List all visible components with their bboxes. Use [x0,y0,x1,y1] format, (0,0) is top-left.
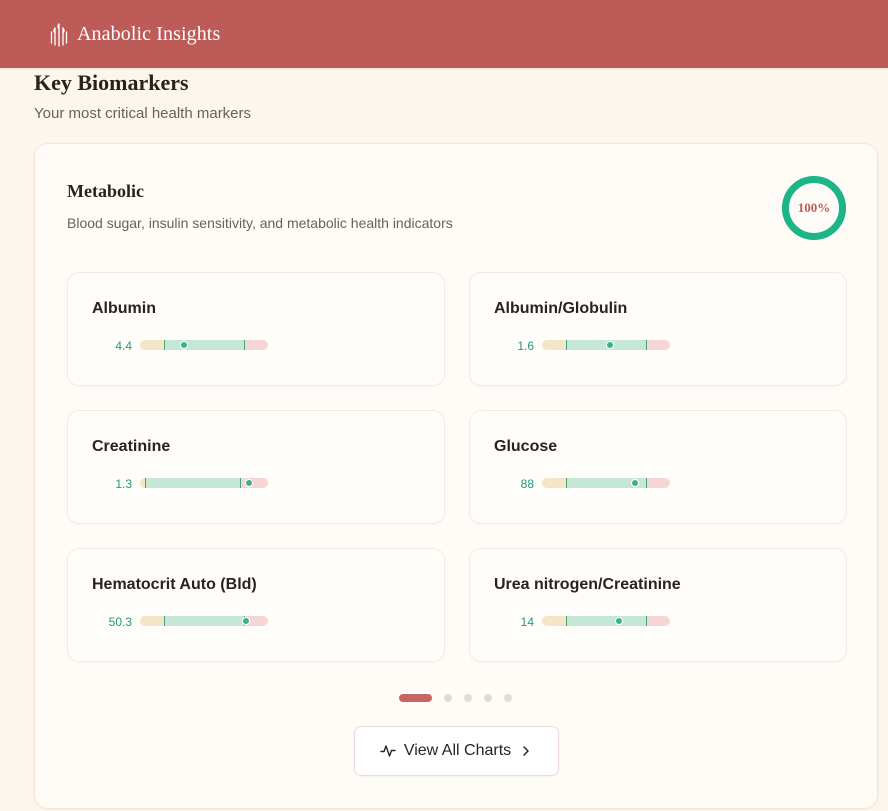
biomarker-category-card: Metabolic Blood sugar, insulin sensitivi… [34,143,878,809]
marker-value: 50.3 [108,615,132,629]
value-marker-dot [244,479,253,487]
marker-value: 1.6 [517,339,534,353]
range-optimal-segment [566,616,647,626]
range-low-segment [542,340,567,350]
marker-value: 14 [520,615,534,629]
category-description: Blood sugar, insulin sensitivity, and me… [67,215,453,231]
marker-card-glucose[interactable]: Glucose 88 [469,410,847,524]
view-all-charts-label: View All Charts [403,742,512,759]
range-low-segment [140,616,165,626]
value-marker-dot [605,341,614,349]
activity-icon [380,745,396,757]
page-dot-2[interactable] [444,694,452,702]
range-low-segment [542,616,567,626]
marker-name: Hematocrit Auto (Bld) [92,576,257,593]
wheat-logo-icon [50,23,68,47]
range-bar [542,616,670,626]
range-optimal-segment [145,478,242,488]
range-bar [140,340,268,350]
range-optimal-segment [164,616,245,626]
marker-name: Urea nitrogen/Creatinine [494,576,681,593]
score-label: 100% [797,200,831,215]
carousel-pagination [399,693,512,703]
marker-name: Glucose [494,438,558,455]
section-subtitle: Your most critical health markers [34,105,252,122]
marker-card-albumin[interactable]: Albumin 4.4 [67,272,445,386]
marker-value: 4.4 [115,339,132,353]
marker-card-albumin-globulin[interactable]: Albumin/Globulin 1.6 [469,272,847,386]
range-high-segment [646,478,670,488]
value-marker-dot [614,617,623,625]
category-title: Metabolic [67,181,144,201]
marker-value: 88 [520,477,534,491]
value-marker-dot [179,341,188,349]
range-low-segment [140,340,165,350]
range-high-segment [244,340,268,350]
top-header: Anabolic Insights [0,0,888,68]
marker-card-hematocrit[interactable]: Hematocrit Auto (Bld) 50.3 [67,548,445,662]
marker-name: Albumin [92,300,156,317]
marker-value: 1.3 [115,477,132,491]
marker-card-creatinine[interactable]: Creatinine 1.3 [67,410,445,524]
marker-name: Albumin/Globulin [494,300,628,317]
range-low-segment [542,478,567,488]
chevron-right-icon [523,746,529,756]
page-dot-3[interactable] [464,694,472,702]
range-high-segment [646,616,670,626]
range-bar [542,478,670,488]
range-high-segment [646,340,670,350]
page-dot-4[interactable] [484,694,492,702]
marker-name: Creatinine [92,438,171,455]
view-all-charts-button[interactable]: View All Charts [354,726,559,776]
marker-card-urea-nitrogen-creatinine[interactable]: Urea nitrogen/Creatinine 14 [469,548,847,662]
page-dot-1[interactable] [399,694,432,702]
range-optimal-segment [164,340,245,350]
brand-name: Anabolic Insights [77,22,221,45]
section-title: Key Biomarkers [34,70,189,95]
page-dot-5[interactable] [504,694,512,702]
brand[interactable]: Anabolic Insights [49,21,220,47]
